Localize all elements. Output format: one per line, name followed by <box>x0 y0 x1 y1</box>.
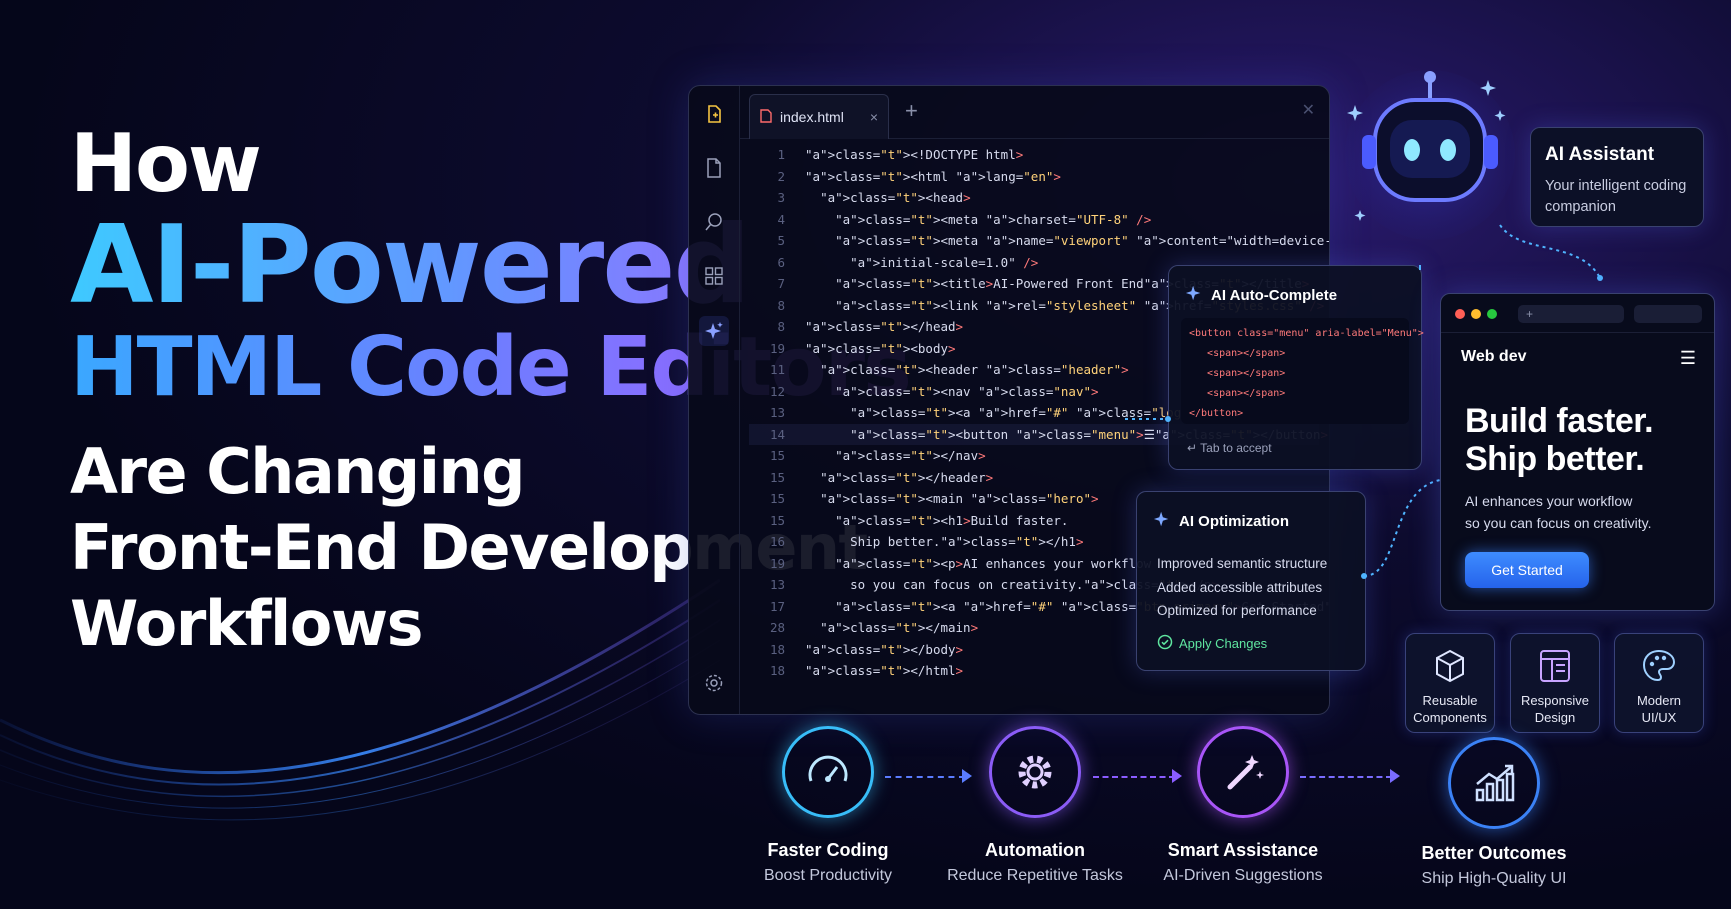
step-subtitle: Boost Productivity <box>763 867 893 884</box>
hero-para-line-1: AI enhances your workflow <box>1465 493 1633 509</box>
step-title: Smart Assistance <box>1167 840 1319 860</box>
step-smart-assistance: Smart Assistance AI-Driven Suggestions <box>1128 726 1358 885</box>
tile-line: Modern <box>1636 693 1682 708</box>
arrowhead <box>1172 769 1182 783</box>
step-faster-coding: Faster Coding Boost Productivity <box>713 726 943 885</box>
layout-icon <box>1511 648 1599 686</box>
connector-arrow <box>1093 776 1175 780</box>
tile-line: Design <box>1534 710 1576 725</box>
arrowhead <box>1390 769 1400 783</box>
step-title: Faster Coding <box>767 840 889 860</box>
step-subtitle: Reduce Repetitive Tasks <box>947 867 1123 884</box>
site-logo[interactable]: Web dev <box>1461 348 1527 366</box>
palette-icon <box>1615 648 1703 686</box>
hero-heading: Build faster. Ship better. <box>1465 402 1654 478</box>
tile-line: UI/UX <box>1641 710 1677 725</box>
gear-icon <box>989 726 1081 818</box>
speedometer-icon <box>782 726 874 818</box>
get-started-button[interactable]: Get Started <box>1465 552 1589 588</box>
step-better-outcomes: Better Outcomes Ship High-Quality UI <box>1379 737 1609 888</box>
tile-modern-ui-ux[interactable]: Modern UI/UX <box>1614 633 1704 733</box>
connector-arrow <box>885 776 965 780</box>
step-title: Better Outcomes <box>1421 843 1567 863</box>
hero-para-line-2: so you can focus on creativity. <box>1465 515 1652 531</box>
step-subtitle: AI-Driven Suggestions <box>1163 867 1323 884</box>
browser-toolbar-pill[interactable] <box>1634 305 1702 323</box>
hero-paragraph: AI enhances your workflow so you can foc… <box>1465 490 1652 534</box>
maximize-dot[interactable] <box>1487 309 1497 319</box>
browser-preview-window: + Web dev ☰ Build faster. Ship better. A… <box>1440 293 1715 611</box>
hero-line-2: Ship better. <box>1465 440 1645 478</box>
connector-arrow <box>1300 776 1392 780</box>
chart-growth-icon <box>1448 737 1540 829</box>
arrowhead <box>962 769 972 783</box>
hero-line-1: Build faster. <box>1465 402 1654 440</box>
tile-reusable-components[interactable]: Reusable Components <box>1405 633 1495 733</box>
tile-line: Components <box>1413 710 1487 725</box>
step-subtitle: Ship High-Quality UI <box>1421 870 1567 887</box>
tile-line: Responsive <box>1521 693 1589 708</box>
close-dot[interactable] <box>1455 309 1465 319</box>
hamburger-menu-icon[interactable]: ☰ <box>1680 348 1696 369</box>
minimize-dot[interactable] <box>1471 309 1481 319</box>
tile-responsive-design[interactable]: Responsive Design <box>1510 633 1600 733</box>
browser-titlebar: + <box>1441 294 1714 333</box>
tile-line: Reusable <box>1422 693 1478 708</box>
cube-icon <box>1406 648 1494 686</box>
magic-wand-icon <box>1197 726 1289 818</box>
address-bar[interactable]: + <box>1518 305 1624 323</box>
step-title: Automation <box>985 840 1085 860</box>
step-automation: Automation Reduce Repetitive Tasks <box>920 726 1150 885</box>
